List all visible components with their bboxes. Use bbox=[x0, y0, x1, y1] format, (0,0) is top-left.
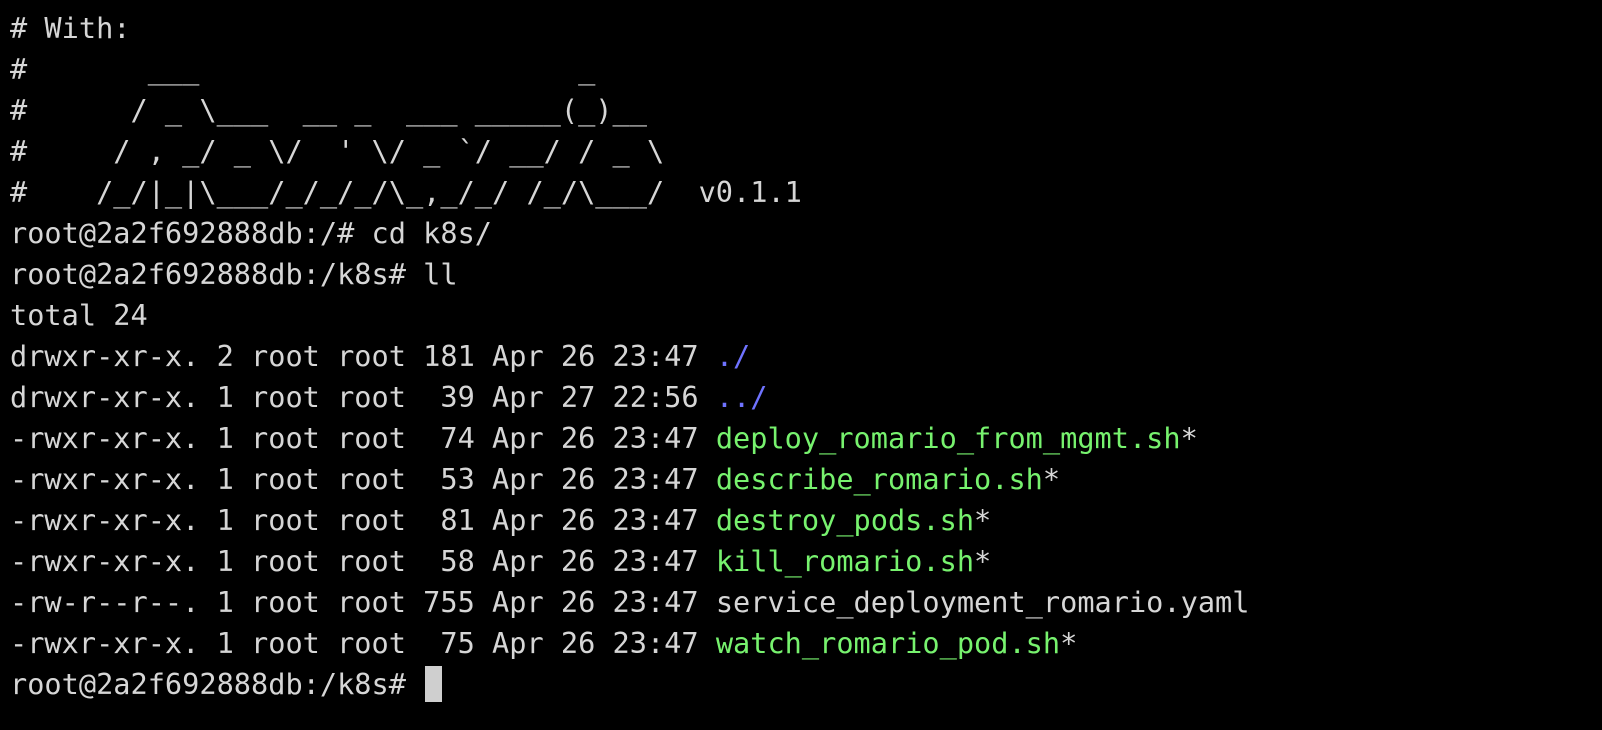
file-meta: -rwxr-xr-x. 1 root root 53 Apr 26 23:47 bbox=[10, 462, 716, 496]
executable-marker: * bbox=[974, 544, 992, 578]
executable-marker: * bbox=[1042, 462, 1061, 496]
file-meta: -rw-r--r--. 1 root root 755 Apr 26 23:47 bbox=[10, 585, 716, 619]
executable-name: destroy_pods.sh bbox=[715, 503, 975, 537]
banner-line: # /_/|_|\___/_/_/_/\_,_/_/ /_/\___/ v0.1… bbox=[10, 175, 802, 209]
executable-name: kill_romario.sh bbox=[715, 544, 975, 578]
terminal-window[interactable]: # With: # ___ _ # / _ \___ __ _ ___ ____… bbox=[0, 0, 1602, 730]
banner-line: # / , _/ _ \/ ' \/ _ `/ __/ / _ \ bbox=[10, 134, 665, 168]
executable-name: deploy_romario_from_mgmt.sh bbox=[715, 421, 1181, 455]
directory-name: ./ bbox=[715, 339, 751, 373]
file-meta: -rwxr-xr-x. 1 root root 81 Apr 26 23:47 bbox=[10, 503, 716, 537]
listing-row: -rwxr-xr-x. 1 root root 81 Apr 26 23:47 … bbox=[10, 500, 1602, 541]
file-meta: drwxr-xr-x. 2 root root 181 Apr 26 23:47 bbox=[10, 339, 716, 373]
executable-name: watch_romario_pod.sh bbox=[715, 626, 1061, 660]
executable-name: describe_romario.sh bbox=[715, 462, 1043, 496]
listing-row: -rwxr-xr-x. 1 root root 74 Apr 26 23:47 … bbox=[10, 418, 1602, 459]
executable-marker: * bbox=[974, 503, 992, 537]
text-cursor bbox=[425, 666, 443, 702]
file-meta: drwxr-xr-x. 1 root root 39 Apr 27 22:56 bbox=[10, 380, 716, 414]
listing-row: -rwxr-xr-x. 1 root root 58 Apr 26 23:47 … bbox=[10, 541, 1602, 582]
file-meta: -rwxr-xr-x. 1 root root 75 Apr 26 23:47 bbox=[10, 626, 716, 660]
file-meta: -rwxr-xr-x. 1 root root 58 Apr 26 23:47 bbox=[10, 544, 716, 578]
prompt-line[interactable]: root@2a2f692888db:/k8s# bbox=[10, 664, 1602, 705]
executable-marker: * bbox=[1060, 626, 1078, 660]
command-line: root@2a2f692888db:/k8s# ll bbox=[10, 257, 458, 291]
banner-block: # With: # ___ _ # / _ \___ __ _ ___ ____… bbox=[10, 8, 1602, 213]
listing-row: drwxr-xr-x. 2 root root 181 Apr 26 23:47… bbox=[10, 336, 1602, 377]
listing-row: -rw-r--r--. 1 root root 755 Apr 26 23:47… bbox=[10, 582, 1602, 623]
executable-marker: * bbox=[1180, 421, 1198, 455]
listing-row: -rwxr-xr-x. 1 root root 75 Apr 26 23:47 … bbox=[10, 623, 1602, 664]
file-meta: -rwxr-xr-x. 1 root root 74 Apr 26 23:47 bbox=[10, 421, 716, 455]
banner-line: # / _ \___ __ _ ___ _____(_)__ bbox=[10, 93, 647, 127]
command-line: root@2a2f692888db:/# cd k8s/ bbox=[10, 216, 493, 250]
directory-name: ../ bbox=[715, 380, 768, 414]
file-listing: drwxr-xr-x. 2 root root 181 Apr 26 23:47… bbox=[10, 336, 1602, 664]
banner-line: # With: bbox=[10, 11, 131, 45]
shell-prompt: root@2a2f692888db:/k8s# bbox=[10, 667, 424, 701]
total-line: total 24 bbox=[10, 298, 148, 332]
listing-row: -rwxr-xr-x. 1 root root 53 Apr 26 23:47 … bbox=[10, 459, 1602, 500]
listing-row: drwxr-xr-x. 1 root root 39 Apr 27 22:56 … bbox=[10, 377, 1602, 418]
file-name: service_deployment_romario.yaml bbox=[715, 585, 1250, 619]
banner-line: # ___ _ bbox=[10, 52, 596, 86]
